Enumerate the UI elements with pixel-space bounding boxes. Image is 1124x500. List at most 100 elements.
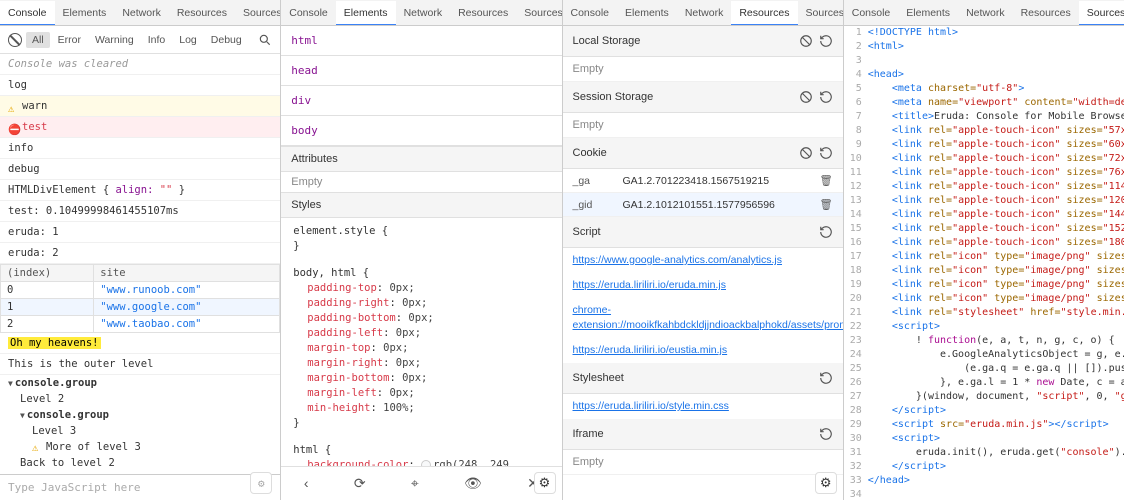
resource-item: Empty	[563, 57, 843, 82]
resource-link[interactable]: https://eruda.liriliri.io/eruda.min.js	[563, 273, 843, 298]
styles-header: Styles	[281, 192, 561, 218]
gear-icon[interactable]: ⚙	[534, 472, 556, 494]
tab-elements[interactable]: Elements	[55, 1, 115, 25]
resource-link[interactable]: https://www.google-analytics.com/analyti…	[563, 248, 843, 273]
count-line: eruda: 2	[0, 243, 280, 264]
tab-sources[interactable]: Sources	[1079, 1, 1124, 26]
code-line: 30 <script>	[844, 432, 1124, 446]
cookie-row: _gidGA1.2.1012101551.1577956596🗑	[563, 193, 843, 217]
tab-resources[interactable]: Resources	[731, 1, 797, 26]
filter-all[interactable]: All	[26, 32, 50, 48]
code-line: 11 <link rel="apple-touch-icon" sizes="7…	[844, 166, 1124, 180]
log-line: log	[0, 75, 280, 96]
tabs: ConsoleElementsNetworkResourcesSourcesIn…	[281, 0, 561, 26]
section-header: Cookie	[563, 138, 843, 169]
target-icon[interactable]: ⌖	[411, 475, 419, 492]
group-line: Level 3	[0, 423, 280, 439]
tab-network[interactable]: Network	[114, 1, 169, 25]
section-header: Script	[563, 217, 843, 248]
refresh-icon[interactable]	[819, 427, 833, 441]
refresh-icon[interactable]	[819, 371, 833, 385]
count-line: eruda: 1	[0, 222, 280, 243]
breadcrumb-head[interactable]: head	[281, 56, 561, 86]
style-block: body, html {padding-top: 0px;padding-rig…	[281, 260, 561, 437]
tab-network[interactable]: Network	[958, 1, 1013, 25]
elements-content: htmlheaddivbody Attributes Empty Styles …	[281, 26, 561, 466]
tab-console[interactable]: Console	[844, 1, 899, 25]
refresh-icon[interactable]	[819, 146, 833, 160]
tab-console[interactable]: Console	[281, 1, 336, 25]
gear-icon[interactable]: ⚙	[815, 472, 837, 494]
filter-log[interactable]: Log	[173, 32, 203, 48]
source-code: 1<!DOCTYPE html>2<html>34<head>5 <meta c…	[844, 26, 1124, 500]
filter-debug[interactable]: Debug	[205, 32, 248, 48]
resource-link[interactable]: chrome-extension://mooikfkahbdckldjjndio…	[563, 298, 843, 338]
style-block: html {background-color: rgb(248, 249, 25…	[281, 437, 561, 466]
tab-resources[interactable]: Resources	[169, 1, 235, 25]
clear-icon[interactable]	[799, 90, 813, 104]
tab-network[interactable]: Network	[396, 1, 451, 25]
trash-icon[interactable]: 🗑	[819, 198, 832, 211]
clear-icon[interactable]	[799, 34, 813, 48]
log-line: ⛔test	[0, 117, 280, 138]
console-toolbar: AllErrorWarningInfoLogDebug	[0, 26, 280, 54]
section-header: Stylesheet	[563, 363, 843, 394]
breadcrumb-div[interactable]: div	[281, 86, 561, 116]
refresh-icon[interactable]	[819, 225, 833, 239]
tab-resources[interactable]: Resources	[450, 1, 516, 25]
console-filters: AllErrorWarningInfoLogDebug	[26, 32, 248, 48]
tab-resources[interactable]: Resources	[1013, 1, 1079, 25]
filter-warning[interactable]: Warning	[89, 32, 140, 48]
breadcrumb-body[interactable]: body	[281, 116, 561, 146]
clear-icon[interactable]	[8, 33, 22, 47]
code-line: 33</head>	[844, 474, 1124, 488]
tab-elements[interactable]: Elements	[898, 1, 958, 25]
tab-console[interactable]: Console	[0, 1, 55, 26]
code-line: 12 <link rel="apple-touch-icon" sizes="1…	[844, 180, 1124, 194]
gear-icon[interactable]: ⚙	[250, 472, 272, 494]
resource-link[interactable]: https://eruda.liriliri.io/eustia.min.js	[563, 338, 843, 363]
tabs: ConsoleElementsNetworkResourcesSourcesIn…	[563, 0, 843, 26]
code-line: 14 <link rel="apple-touch-icon" sizes="1…	[844, 208, 1124, 222]
section-header: Local Storage	[563, 26, 843, 57]
log-line: ⚠warn	[0, 96, 280, 117]
sources-panel: ConsoleElementsNetworkResourcesSourcesIn…	[844, 0, 1124, 500]
tab-network[interactable]: Network	[677, 1, 732, 25]
breadcrumb-html[interactable]: html	[281, 26, 561, 56]
tab-sources[interactable]: Sources	[798, 1, 843, 25]
cookie-row: _gaGA1.2.701223418.1567519215🗑	[563, 169, 843, 193]
console-input[interactable]: Type JavaScript here ⚙	[0, 474, 280, 500]
filter-error[interactable]: Error	[52, 32, 87, 48]
code-line: 19 <link rel="icon" type="image/png" siz…	[844, 278, 1124, 292]
code-line: 23 ! function(e, a, t, n, g, c, o) {	[844, 334, 1124, 348]
tab-sources[interactable]: Sources	[235, 1, 280, 25]
code-line: 6 <meta name="viewport" content="width=d…	[844, 96, 1124, 110]
tab-sources[interactable]: Sources	[516, 1, 561, 25]
code-line: 16 <link rel="apple-touch-icon" sizes="1…	[844, 236, 1124, 250]
code-line: 20 <link rel="icon" type="image/png" siz…	[844, 292, 1124, 306]
table-row: 0"www.runoob.com"	[1, 282, 280, 299]
trash-icon[interactable]: 🗑	[819, 174, 832, 187]
clear-icon[interactable]	[799, 146, 813, 160]
tab-elements[interactable]: Elements	[617, 1, 677, 25]
tab-elements[interactable]: Elements	[336, 1, 396, 26]
resource-link[interactable]: https://eruda.liriliri.io/style.min.css	[563, 394, 843, 419]
tab-console[interactable]: Console	[563, 1, 618, 25]
refresh-icon[interactable]	[819, 34, 833, 48]
code-line: 21 <link rel="stylesheet" href="style.mi…	[844, 306, 1124, 320]
refresh-icon[interactable]: ⟳	[354, 475, 366, 492]
attributes-header: Attributes	[281, 146, 561, 172]
code-line: 5 <meta charset="utf-8">	[844, 82, 1124, 96]
group-container: console.groupLevel 2console.groupLevel 3…	[0, 375, 280, 471]
filter-info[interactable]: Info	[142, 32, 172, 48]
table-row: 1"www.google.com"	[1, 299, 280, 316]
back-icon[interactable]: ‹	[304, 475, 309, 492]
eye-icon[interactable]: 👁	[464, 475, 482, 492]
log-line: info	[0, 138, 280, 159]
code-line: 25 (e.ga.q = e.ga.q || []).push(argument…	[844, 362, 1124, 376]
refresh-icon[interactable]	[819, 90, 833, 104]
section-header: Iframe	[563, 419, 843, 450]
table-row: 2"www.taobao.com"	[1, 316, 280, 333]
elements-toolbar: ‹ ⟳ ⌖ 👁 ✕	[281, 466, 561, 500]
search-icon[interactable]	[258, 33, 272, 47]
